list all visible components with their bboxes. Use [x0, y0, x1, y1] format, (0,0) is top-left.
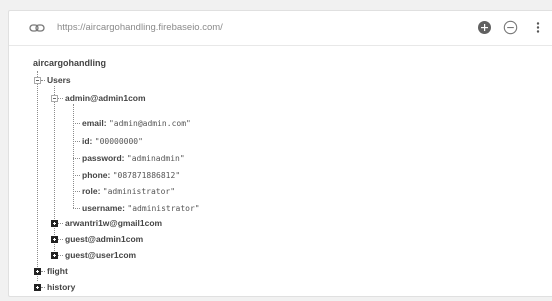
tree-line [73, 104, 74, 208]
field-username[interactable]: username: "administrator" [82, 202, 200, 215]
tree-line [73, 158, 80, 159]
field-id[interactable]: id: "00000000" [82, 135, 143, 148]
tree-line [73, 175, 80, 176]
data-tree: aircargohandling Users admin@admin1com e… [9, 11, 552, 296]
field-role[interactable]: role: "administrator" [82, 185, 175, 198]
field-password[interactable]: password: "adminadmin" [82, 152, 185, 165]
expand-toggle-flight[interactable] [34, 268, 41, 275]
collapse-toggle-users[interactable] [34, 77, 41, 84]
tree-line [73, 141, 80, 142]
tree-line [73, 191, 80, 192]
database-panel: https://aircargohandling.firebaseio.com/… [8, 10, 552, 297]
tree-root[interactable]: aircargohandling [33, 58, 106, 68]
node-user[interactable]: guest@admin1com [65, 233, 143, 245]
expand-toggle-user[interactable] [51, 220, 58, 227]
field-phone[interactable]: phone: "087871886812" [82, 169, 180, 182]
tree-line [58, 223, 63, 224]
tree-line [58, 239, 63, 240]
node-flight[interactable]: flight [47, 265, 68, 277]
tree-line [41, 287, 45, 288]
node-admin[interactable]: admin@admin1com [65, 92, 146, 104]
node-user[interactable]: guest@user1com [65, 249, 136, 261]
node-history[interactable]: history [47, 281, 75, 293]
collapse-toggle-admin[interactable] [51, 95, 58, 102]
tree-line [73, 208, 80, 209]
expand-toggle-user[interactable] [51, 236, 58, 243]
tree-line [41, 271, 45, 272]
expand-toggle-user[interactable] [51, 252, 58, 259]
tree-line [58, 255, 63, 256]
node-users[interactable]: Users [47, 74, 71, 86]
expand-toggle-history[interactable] [34, 284, 41, 291]
tree-line [41, 80, 45, 81]
tree-line [58, 98, 63, 99]
node-user[interactable]: arwantri1w@gmail1com [65, 217, 162, 229]
field-email[interactable]: email: "admin@admin.com" [82, 117, 191, 130]
tree-line [37, 71, 38, 281]
tree-line [73, 123, 80, 124]
